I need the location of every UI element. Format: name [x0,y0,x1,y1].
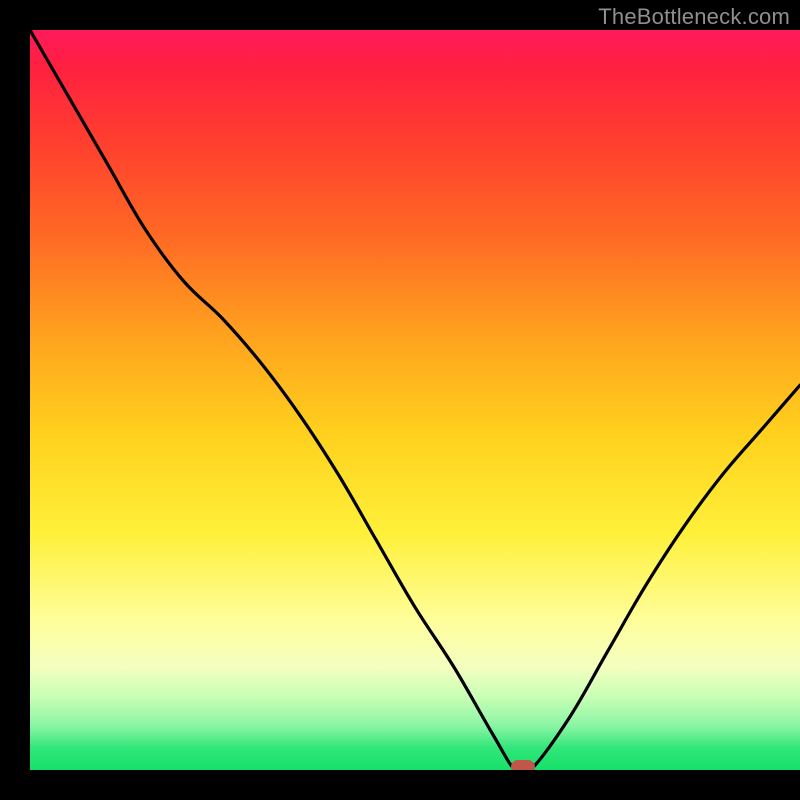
chart-container: TheBottleneck.com [0,0,800,800]
plot-area [30,30,800,770]
bottleneck-curve [30,30,800,770]
optimal-point-marker [511,760,535,770]
watermark-text: TheBottleneck.com [598,4,790,30]
